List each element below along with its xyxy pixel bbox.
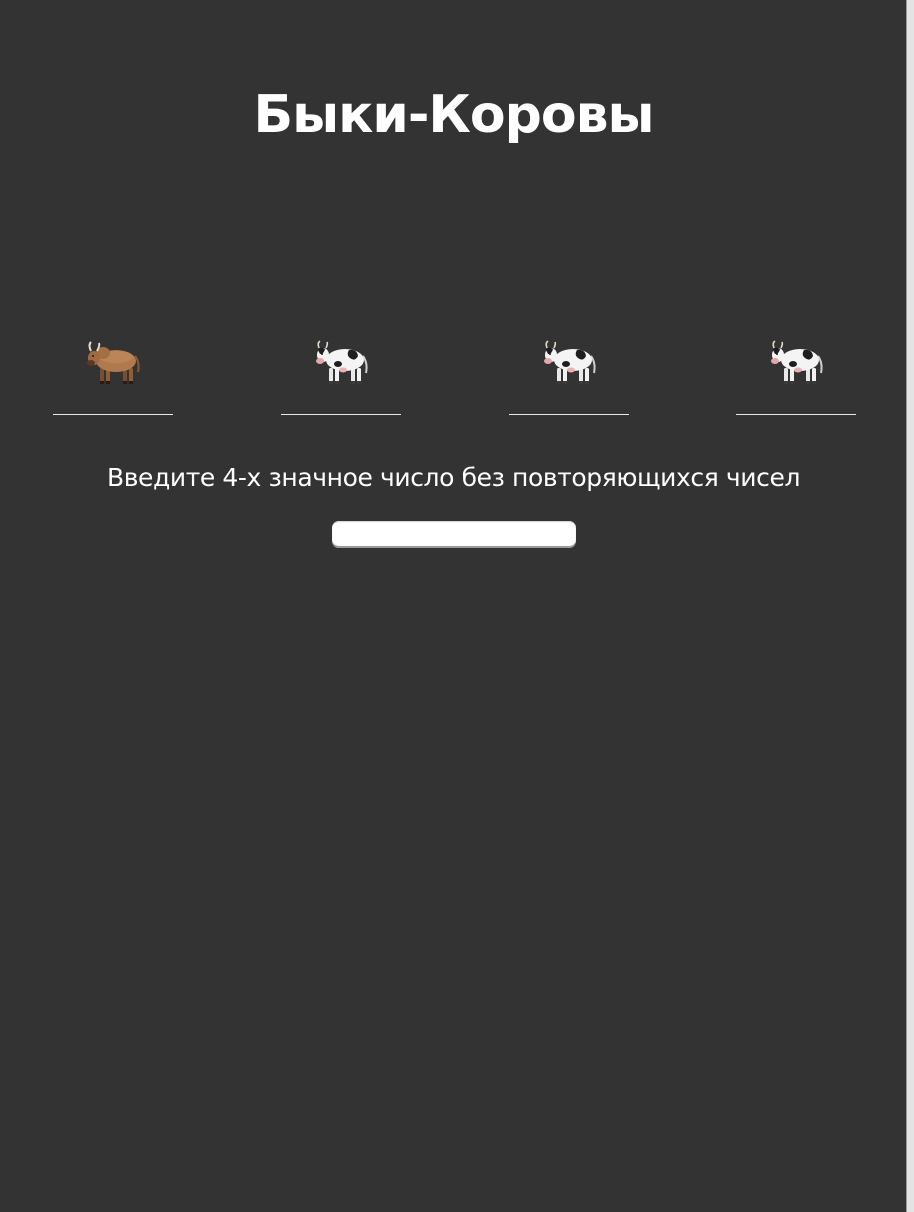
game-screen: Быки-Коровы Введите 4-х значное число бе… bbox=[0, 0, 907, 1212]
digit-underline bbox=[281, 414, 401, 415]
cow-icon bbox=[316, 340, 368, 384]
digit-underline bbox=[736, 414, 856, 415]
page-title: Быки-Коровы bbox=[253, 85, 654, 145]
digit-slot-4 bbox=[736, 326, 856, 416]
instruction-text: Введите 4-х значное число без повторяющи… bbox=[106, 463, 801, 492]
digit-underline bbox=[53, 414, 173, 415]
scrollbar-track[interactable] bbox=[907, 0, 914, 1212]
cow-icon bbox=[771, 340, 823, 384]
cow-icon bbox=[544, 340, 596, 384]
guess-input[interactable] bbox=[332, 521, 576, 548]
digit-underline bbox=[509, 414, 629, 415]
bull-icon bbox=[87, 341, 140, 384]
digit-slot-2 bbox=[281, 326, 401, 416]
digit-slot-3 bbox=[509, 326, 629, 416]
digit-slot-1 bbox=[53, 326, 173, 416]
